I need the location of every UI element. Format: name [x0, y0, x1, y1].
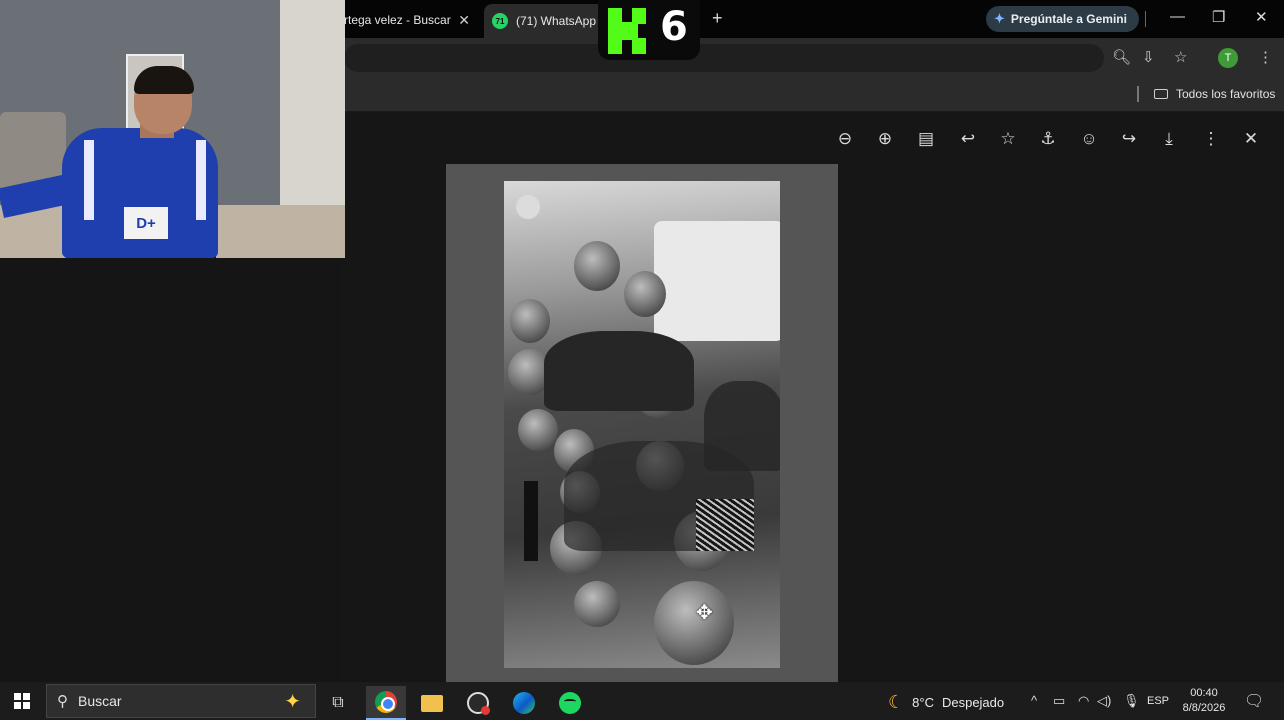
reply-icon[interactable]: ↩ — [956, 129, 980, 149]
chrome-icon — [375, 691, 397, 713]
taskbar-search[interactable]: ⚲ Buscar ✦ — [46, 684, 316, 718]
taskbar-clock[interactable]: 00:40 8/8/2026 — [1178, 686, 1230, 716]
zoom-out-icon[interactable]: ⊖ — [833, 129, 857, 149]
moon-icon: ☾ — [888, 692, 905, 712]
story-caption-sticker — [524, 481, 538, 561]
language-indicator[interactable]: ESP — [1147, 695, 1169, 707]
weather-widget[interactable]: ☾ 8°C Despejado — [888, 692, 1004, 713]
person — [624, 271, 666, 317]
person — [574, 581, 620, 627]
kick-logo: 6 — [598, 0, 700, 60]
weather-temp: 8°C — [912, 695, 934, 710]
volume-icon[interactable]: ◁) — [1097, 693, 1111, 709]
media-frame — [446, 164, 838, 682]
gemini-button[interactable]: ✦ Pregúntale a Gemini — [986, 6, 1139, 32]
caption-icon[interactable]: ▤ — [914, 129, 938, 149]
task-view-button[interactable]: ⧉ — [318, 686, 358, 720]
close-window-button[interactable]: ✕ — [1255, 8, 1268, 26]
search-highlight-icon: ✦ — [284, 691, 301, 713]
jersey-stripe — [196, 140, 206, 220]
star-icon[interactable]: ☆ — [996, 129, 1020, 149]
restore-button[interactable]: ❐ — [1212, 8, 1225, 26]
weather-condition: Despejado — [941, 695, 1005, 710]
all-bookmarks-folder[interactable]: Todos los favoritos — [1154, 87, 1275, 101]
person — [574, 241, 620, 291]
gemini-label: Pregúntale a Gemini — [1010, 12, 1127, 26]
close-icon[interactable]: ✕ — [1239, 129, 1263, 149]
windows-start-icon[interactable] — [14, 693, 30, 709]
forward-icon[interactable]: ↪ — [1117, 129, 1141, 149]
gemini-sparkle-icon: ✦ — [994, 11, 1005, 26]
search-placeholder: Buscar — [78, 693, 122, 709]
bookmarks-bar: Todos los favoritos — [340, 78, 1284, 112]
profile-avatar[interactable]: T — [1218, 48, 1238, 68]
jersey-sponsor-badge: D+ — [122, 205, 170, 241]
media-viewer: ⊖ ⊕ ▤ ↩ ☆ ⚓︎ ☺ ↪ ⤓ ⋮ ✕ — [340, 113, 1284, 682]
tab-label: rtega velez - Buscar — [344, 13, 451, 27]
download-icon[interactable]: ⤓ — [1157, 129, 1181, 149]
bookmark-star-icon[interactable]: ☆ — [1174, 48, 1187, 66]
crowd-body — [704, 381, 780, 471]
wifi-icon[interactable]: ◠ — [1078, 693, 1089, 709]
group-photo[interactable] — [504, 181, 780, 668]
taskbar-edge[interactable] — [504, 686, 544, 720]
tab-search[interactable]: rtega velez - Buscar ✕ — [340, 6, 480, 34]
crowd-body — [544, 331, 694, 411]
minimize-button[interactable]: — — [1170, 8, 1185, 25]
battery-icon[interactable]: ▭ — [1053, 693, 1065, 709]
new-tab-button[interactable]: + — [712, 8, 723, 29]
obs-icon — [467, 692, 490, 715]
jersey-stripe — [84, 140, 94, 220]
microphone-icon[interactable]: 🎙︎ — [1123, 693, 1140, 709]
taskbar-spotify[interactable] — [550, 686, 590, 720]
person — [510, 299, 550, 343]
tab-close-icon[interactable]: ✕ — [458, 12, 470, 29]
notifications-icon[interactable]: 🗨︎ — [1244, 691, 1264, 711]
kick-overlay-number: 6 — [660, 4, 688, 50]
tab-label: (71) WhatsApp — [516, 14, 597, 28]
folder-icon — [1154, 89, 1168, 99]
windows-taskbar: ⚲ Buscar ✦ ⧉ ☾ 8°C Despejado ^ ▭ ◠ ◁) 🎙︎… — [0, 682, 1284, 720]
jersey-shape — [654, 221, 780, 341]
divider — [1145, 11, 1146, 27]
taskbar-chrome[interactable] — [366, 686, 406, 720]
clock-time: 00:40 — [1190, 687, 1218, 699]
pin-icon[interactable]: ⚓︎ — [1036, 129, 1060, 149]
edge-icon — [513, 692, 535, 714]
viewer-toolbar: ⊖ ⊕ ▤ ↩ ☆ ⚓︎ ☺ ↪ ⤓ ⋮ ✕ — [340, 129, 1284, 153]
person — [518, 409, 558, 451]
browser-toolbar: 🔍︎ ⇩ ☆ T ⋮ — [340, 38, 1284, 78]
webcam-overlay: D+ — [0, 0, 345, 258]
browser-menu-icon[interactable]: ⋮ — [1258, 48, 1273, 66]
more-icon[interactable]: ⋮ — [1199, 129, 1223, 149]
whatsapp-icon: 71 — [492, 13, 508, 29]
install-app-icon[interactable]: ⇩ — [1142, 48, 1155, 66]
scribble-overlay — [696, 499, 754, 551]
divider — [1137, 86, 1139, 102]
task-view-icon: ⧉ — [332, 694, 344, 711]
story-avatar — [516, 195, 540, 219]
streamer-hair — [134, 66, 194, 94]
taskbar-file-explorer[interactable] — [412, 686, 452, 720]
taskbar-obs[interactable] — [458, 686, 498, 720]
zoom-in-icon[interactable]: ⊕ — [873, 129, 897, 149]
clock-date: 8/8/2026 — [1182, 702, 1226, 714]
tray-chevron-icon[interactable]: ^ — [1031, 693, 1037, 708]
kick-k-icon — [608, 8, 646, 54]
spotify-icon — [559, 692, 581, 714]
address-bar[interactable] — [344, 44, 1104, 72]
file-explorer-icon — [421, 694, 443, 712]
emoji-icon[interactable]: ☺ — [1077, 129, 1101, 149]
move-cursor-icon: ✥ — [696, 602, 713, 624]
zoom-icon[interactable]: 🔍︎ — [1112, 48, 1131, 66]
folder-label: Todos los favoritos — [1176, 87, 1276, 101]
search-icon: ⚲ — [57, 693, 68, 710]
person — [654, 581, 734, 665]
